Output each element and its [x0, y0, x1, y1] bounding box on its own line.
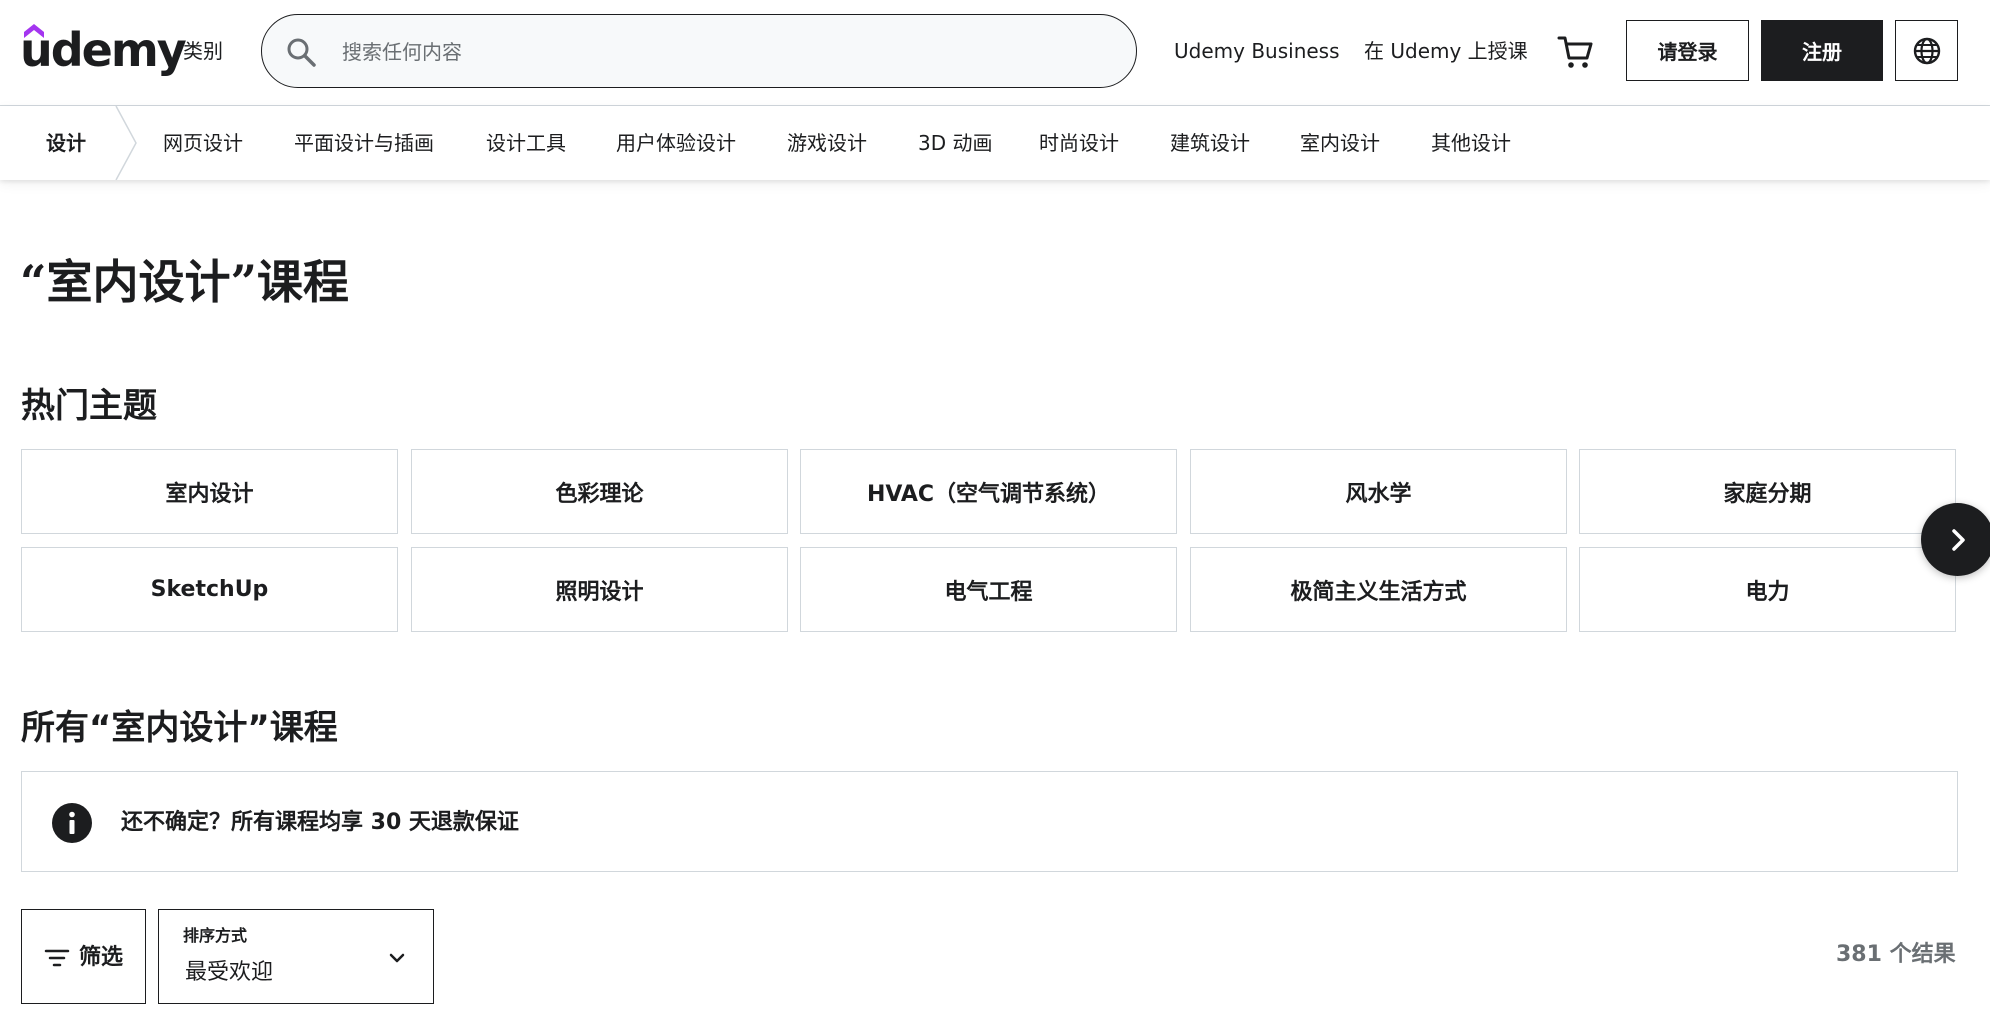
banner-text: 还不确定？所有课程均享 30 天退款保证 — [121, 810, 519, 835]
login-button[interactable]: 请登录 — [1626, 20, 1749, 81]
globe-icon — [1913, 37, 1940, 64]
subnav-item-fashion-design[interactable]: 时尚设计 — [1039, 130, 1119, 156]
subnav-item-3d-animation[interactable]: 3D 动画 — [918, 130, 992, 156]
signup-button[interactable]: 注册 — [1761, 20, 1883, 81]
subnav-item-design-tools[interactable]: 设计工具 — [486, 130, 566, 156]
refund-guarantee-banner: 还不确定？所有课程均享 30 天退款保证 — [21, 771, 1958, 872]
topic-sketchup[interactable]: SketchUp — [21, 547, 398, 632]
subnav-current-category[interactable]: 设计 — [46, 130, 86, 156]
chevron-right-icon — [1951, 528, 1965, 551]
subnav-item-architecture[interactable]: 建筑设计 — [1170, 130, 1250, 156]
header: udemy 类别 Udemy Business 在 Udemy 上授课 请登录 … — [0, 0, 1990, 106]
carousel-next-button[interactable] — [1921, 503, 1990, 576]
language-button[interactable] — [1895, 20, 1958, 81]
categories-link[interactable]: 类别 — [183, 38, 223, 64]
search-bar — [261, 14, 1137, 88]
topic-minimalist-lifestyle[interactable]: 极简主义生活方式 — [1190, 547, 1567, 632]
cart-icon[interactable] — [1556, 32, 1596, 72]
sort-label: 排序方式 — [183, 926, 248, 945]
topic-lighting-design[interactable]: 照明设计 — [411, 547, 788, 632]
logo-text: udemy — [20, 23, 187, 77]
teach-on-udemy-link[interactable]: 在 Udemy 上授课 — [1364, 38, 1528, 64]
subcategory-nav: 设计 网页设计 平面设计与插画 设计工具 用户体验设计 游戏设计 3D 动画 时… — [0, 106, 1990, 180]
topic-feng-shui[interactable]: 风水学 — [1190, 449, 1567, 534]
topic-color-theory[interactable]: 色彩理论 — [411, 449, 788, 534]
filter-icon — [44, 949, 70, 967]
subnav-item-interior-design[interactable]: 室内设计 — [1300, 130, 1380, 156]
subnav-item-game-design[interactable]: 游戏设计 — [787, 130, 867, 156]
breadcrumb-separator — [115, 106, 137, 180]
all-courses-title: 所有“室内设计”课程 — [21, 708, 338, 748]
subnav-item-other-design[interactable]: 其他设计 — [1431, 130, 1511, 156]
topic-hvac[interactable]: HVAC（空气调节系统） — [800, 449, 1177, 534]
logo-cap-icon — [24, 24, 44, 38]
filter-button[interactable]: 筛选 — [21, 909, 146, 1004]
result-count: 381 个结果 — [1836, 942, 1956, 967]
topic-home-staging[interactable]: 家庭分期 — [1579, 449, 1956, 534]
search-icon[interactable] — [284, 35, 318, 69]
subnav-item-web-design[interactable]: 网页设计 — [163, 130, 243, 156]
info-icon — [52, 803, 92, 843]
sort-value: 最受欢迎 — [185, 960, 274, 985]
popular-topics-title: 热门主题 — [21, 386, 157, 426]
sort-select[interactable]: 排序方式 最受欢迎 — [158, 909, 434, 1004]
chevron-down-icon — [389, 953, 405, 963]
udemy-business-link[interactable]: Udemy Business — [1174, 38, 1340, 64]
page-title: “室内设计”课程 — [20, 255, 349, 309]
udemy-logo[interactable]: udemy — [20, 22, 187, 78]
topic-electricity[interactable]: 电力 — [1579, 547, 1956, 632]
search-input[interactable] — [342, 35, 1102, 69]
subnav-item-graphic-design[interactable]: 平面设计与插画 — [294, 130, 434, 156]
topic-electrical-engineering[interactable]: 电气工程 — [800, 547, 1177, 632]
topic-interior-design[interactable]: 室内设计 — [21, 449, 398, 534]
subnav-item-ux-design[interactable]: 用户体验设计 — [616, 130, 736, 156]
filter-label: 筛选 — [79, 945, 124, 970]
